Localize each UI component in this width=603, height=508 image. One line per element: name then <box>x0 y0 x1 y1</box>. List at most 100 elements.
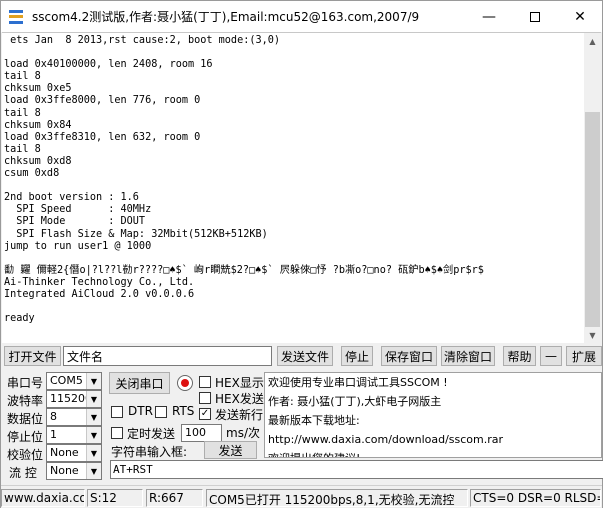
stopbits-select[interactable]: 1 ▼ <box>46 426 102 444</box>
open-file-button[interactable]: 打开文件 <box>4 346 61 366</box>
stopbits-value: 1 <box>50 428 57 441</box>
chevron-down-icon[interactable]: ▼ <box>86 391 101 407</box>
help-button[interactable]: 帮助 <box>503 346 536 366</box>
info-line: 欢迎使用专业串口调试工具SSCOM ! <box>268 376 448 389</box>
timed-send-label: 定时发送 <box>127 427 176 441</box>
window-title: sscom4.2测试版,作者:聂小猛(丁丁),Email:mcu52@163.c… <box>32 10 420 24</box>
chevron-down-icon[interactable]: ▼ <box>86 445 101 461</box>
hex-send-checkbox[interactable] <box>199 392 211 404</box>
terminal-line: ets Jan 8 2013,rst cause:2, boot mode:(3… <box>4 35 281 46</box>
status-url: www.daxia.com <box>1 489 85 507</box>
parity-label: 校验位 <box>7 448 44 462</box>
chevron-down-icon[interactable]: ▼ <box>86 463 101 479</box>
maximize-button[interactable] <box>512 1 558 32</box>
terminal-line: load 0x40100000, len 2408, room 16 <box>4 59 213 71</box>
receive-area[interactable]: ets Jan 8 2013,rst cause:2, boot mode:(3… <box>2 32 601 344</box>
scroll-up-icon[interactable]: ▲ <box>584 33 601 50</box>
title-bar: sscom4.2测试版,作者:聂小猛(丁丁),Email:mcu52@163.c… <box>1 1 602 32</box>
rts-checkbox[interactable] <box>155 406 167 418</box>
info-line: http://www.daxia.com/download/sscom.rar <box>268 433 504 446</box>
status-received: R:667 <box>146 489 203 507</box>
info-panel: 欢迎使用专业串口调试工具SSCOM ! 作者: 聂小猛(丁丁),大虾电子网版主 … <box>264 372 602 458</box>
terminal-line: chksum 0x84 <box>4 119 72 131</box>
stop-button[interactable]: 停止 <box>341 346 373 366</box>
interval-input[interactable]: 100 <box>181 424 222 442</box>
databits-label: 数据位 <box>7 412 44 426</box>
terminal-line: SPI Mode : DOUT <box>4 216 146 228</box>
chevron-down-icon[interactable]: ▼ <box>86 373 101 389</box>
expand-button[interactable]: 扩展 <box>566 346 602 366</box>
databits-select[interactable]: 8 ▼ <box>46 408 102 426</box>
port-value: COM5 <box>50 374 83 387</box>
send-newline-checkbox[interactable]: ✓ <box>199 408 211 420</box>
status-port: COM5已打开 115200bps,8,1,无校验,无流控 <box>206 489 468 507</box>
minimize-button[interactable]: — <box>466 1 512 32</box>
send-button[interactable]: 发送 <box>204 441 257 459</box>
status-lines: CTS=0 DSR=0 RLSD=0 <box>470 489 601 507</box>
flow-value: None <box>50 464 79 477</box>
filename-input[interactable]: 文件名 <box>63 346 272 366</box>
terminal-line: tail 8 <box>4 143 41 155</box>
flow-select[interactable]: None ▼ <box>46 462 102 480</box>
receive-text: ets Jan 8 2013,rst cause:2, boot mode:(3… <box>4 35 584 341</box>
interval-unit: ms/次 <box>226 426 260 440</box>
char-input-label: 字符串输入框: <box>111 445 188 459</box>
send-newline-label: 发送新行 <box>215 408 264 422</box>
maximize-icon <box>530 11 540 22</box>
vertical-scrollbar[interactable]: ▲ ▼ <box>584 33 601 344</box>
port-select[interactable]: COM5 ▼ <box>46 372 102 390</box>
save-window-button[interactable]: 保存窗口 <box>381 346 437 366</box>
hex-display-checkbox[interactable] <box>199 376 211 388</box>
terminal-line: ready <box>4 313 35 325</box>
terminal-line: tail 8 <box>4 71 41 83</box>
flow-label: 流 控 <box>9 466 37 480</box>
info-line: 欢迎提出您的建议! <box>268 449 598 457</box>
status-bar: www.daxia.com S:12 R:667 COM5已打开 115200b… <box>1 485 602 508</box>
terminal-line: jump to run user1 @ 1000 <box>4 240 152 252</box>
send-file-button[interactable]: 发送文件 <box>277 346 333 366</box>
hex-send-label: HEX发送 <box>215 392 264 406</box>
chevron-down-icon[interactable]: ▼ <box>86 427 101 443</box>
sscom-window: sscom4.2测试版,作者:聂小猛(丁丁),Email:mcu52@163.c… <box>0 0 603 508</box>
terminal-line: SPI Flash Size & Map: 32Mbit(512KB+512KB… <box>4 228 268 240</box>
terminal-line: chksum 0xe5 <box>4 83 72 95</box>
terminal-line: csum 0xd8 <box>4 168 60 180</box>
scroll-thumb[interactable] <box>585 112 600 327</box>
info-line: 最新版本下载地址: <box>268 414 360 427</box>
send-text-input[interactable]: AT+RST <box>110 460 603 479</box>
close-icon: ✕ <box>574 8 586 25</box>
stopbits-label: 停止位 <box>7 430 44 444</box>
clear-window-button[interactable]: 清除窗口 <box>441 346 495 366</box>
timed-send-checkbox[interactable] <box>111 427 123 439</box>
terminal-line: tail 8 <box>4 107 41 119</box>
port-status-indicator <box>177 375 193 391</box>
terminal-line: Integrated AiCloud 2.0 v0.0.0.6 <box>4 288 195 300</box>
dtr-label: DTR <box>128 404 153 418</box>
baud-select[interactable]: 115200 ▼ <box>46 390 102 408</box>
info-line: 作者: 聂小猛(丁丁),大虾电子网版主 <box>268 395 442 408</box>
terminal-line: 2nd boot version : 1.6 <box>4 192 139 204</box>
close-button[interactable]: ✕ <box>557 1 603 32</box>
scroll-down-icon[interactable]: ▼ <box>584 327 601 344</box>
file-toolbar: 打开文件 文件名 发送文件 停止 保存窗口 清除窗口 帮助 — 扩展 <box>1 345 602 367</box>
hex-display-label: HEX显示 <box>215 376 264 390</box>
baud-label: 波特率 <box>7 394 44 408</box>
rts-label: RTS <box>172 404 195 418</box>
close-port-button[interactable]: 关闭串口 <box>109 372 170 394</box>
terminal-line: SPI Speed : 40MHz <box>4 204 152 216</box>
chevron-down-icon[interactable]: ▼ <box>86 409 101 425</box>
dtr-checkbox[interactable] <box>111 406 123 418</box>
databits-value: 8 <box>50 410 57 423</box>
parity-select[interactable]: None ▼ <box>46 444 102 462</box>
minimize-icon: — <box>482 8 496 25</box>
terminal-line: load 0x3ffe8000, len 776, room 0 <box>4 95 201 107</box>
port-label: 串口号 <box>7 376 44 390</box>
dash-button[interactable]: — <box>540 346 562 366</box>
terminal-line: 勫 糶 儞軽2{僭o|?l??l勌r????□♠$` 峋r瞷兟$2?□♠$` 屄… <box>4 264 484 276</box>
terminal-line: chksum 0xd8 <box>4 155 72 167</box>
parity-value: None <box>50 446 79 459</box>
